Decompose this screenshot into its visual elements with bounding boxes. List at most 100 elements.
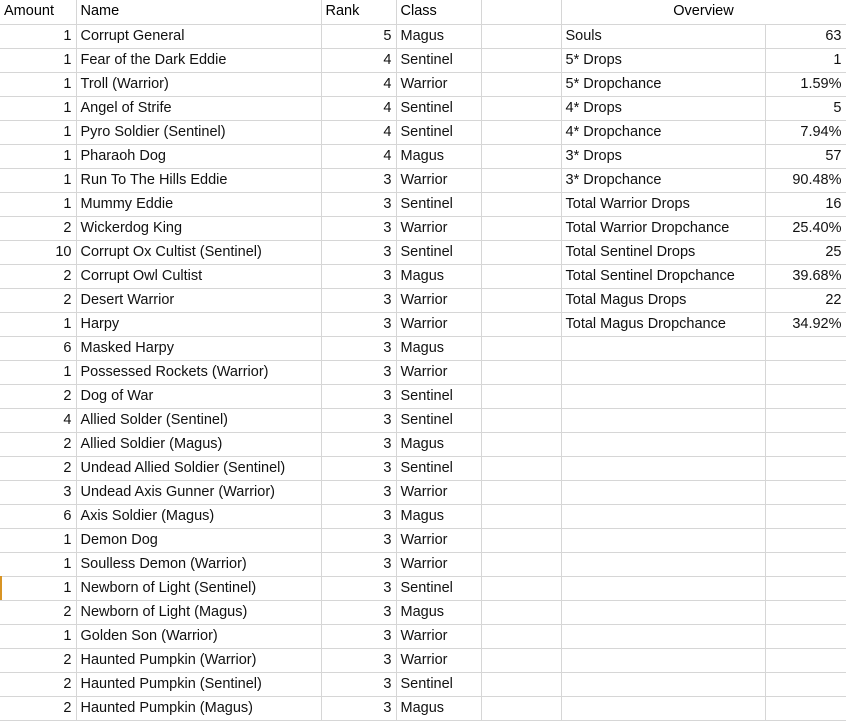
cell-name[interactable]: Corrupt Owl Cultist xyxy=(76,264,322,289)
cell-amount[interactable]: 2 xyxy=(0,288,77,313)
cell-amount[interactable]: 2 xyxy=(0,384,77,409)
cell-rank[interactable]: 3 xyxy=(321,480,397,505)
cell-amount[interactable]: 2 xyxy=(0,648,77,673)
cell-class[interactable]: Warrior xyxy=(396,648,482,673)
cell-name[interactable]: Fear of the Dark Eddie xyxy=(76,48,322,73)
cell-class[interactable]: Magus xyxy=(396,336,482,361)
cell-name[interactable]: Wickerdog King xyxy=(76,216,322,241)
overview-label[interactable]: Total Magus Dropchance xyxy=(561,312,766,337)
cell-amount[interactable]: 1 xyxy=(0,24,77,49)
cell-amount[interactable]: 1 xyxy=(0,312,77,337)
cell-name[interactable]: Run To The Hills Eddie xyxy=(76,168,322,193)
cell-class[interactable]: Sentinel xyxy=(396,120,482,145)
cell-rank[interactable]: 3 xyxy=(321,624,397,649)
cell-rank[interactable]: 3 xyxy=(321,240,397,265)
cell-rank[interactable]: 4 xyxy=(321,96,397,121)
cell-rank[interactable]: 3 xyxy=(321,168,397,193)
table-row[interactable]: 2 Desert Warrior 3 Warrior Total Magus Drops… xyxy=(0,288,846,313)
cell-amount[interactable]: 6 xyxy=(0,504,77,529)
table-row[interactable]: 2 Wickerdog King 3 Warrior Total Warrior Dro… xyxy=(0,216,846,241)
cell-amount[interactable]: 2 xyxy=(0,456,77,481)
cell-class[interactable]: Warrior xyxy=(396,480,482,505)
cell-amount[interactable]: 1 xyxy=(0,552,77,577)
table-row[interactable]: 1 Pharaoh Dog 4 Magus 3* Drops 57 xyxy=(0,144,846,169)
overview-value[interactable]: 1 xyxy=(765,48,846,73)
cell-name[interactable]: Allied Soldier (Magus) xyxy=(76,432,322,457)
cell-rank[interactable]: 3 xyxy=(321,696,397,721)
cell-amount[interactable]: 2 xyxy=(0,216,77,241)
table-row[interactable]: 10 Corrupt Ox Cultist (Sentinel) 3 Sentinel… xyxy=(0,240,846,265)
table-row[interactable]: 1 Soulless Demon (Warrior) 3 Warrior xyxy=(0,552,846,577)
overview-value[interactable]: 5 xyxy=(765,96,846,121)
cell-name[interactable]: Haunted Pumpkin (Sentinel) xyxy=(76,672,322,697)
cell-rank[interactable]: 3 xyxy=(321,312,397,337)
overview-value[interactable]: 1.59% xyxy=(765,72,846,97)
cell-amount[interactable]: 6 xyxy=(0,336,77,361)
cell-rank[interactable]: 3 xyxy=(321,672,397,697)
overview-value[interactable]: 39.68% xyxy=(765,264,846,289)
cell-amount[interactable]: 3 xyxy=(0,480,77,505)
cell-amount[interactable]: 2 xyxy=(0,432,77,457)
cell-rank[interactable]: 3 xyxy=(321,336,397,361)
table-row[interactable]: 2 Haunted Pumpkin (Magus) 3 Magus xyxy=(0,696,846,721)
cell-class[interactable]: Magus xyxy=(396,264,482,289)
cell-class[interactable]: Sentinel xyxy=(396,456,482,481)
table-row[interactable]: 2 Haunted Pumpkin (Warrior) 3 Warrior xyxy=(0,648,846,673)
drop-table-body[interactable]: Amount Name Rank Class Overview 1 Corrupt Gene… xyxy=(0,0,846,721)
cell-rank[interactable]: 3 xyxy=(321,432,397,457)
overview-value[interactable]: 7.94% xyxy=(765,120,846,145)
column-header-amount[interactable]: Amount xyxy=(0,0,77,25)
cell-class[interactable]: Sentinel xyxy=(396,672,482,697)
cell-rank[interactable]: 3 xyxy=(321,408,397,433)
table-row[interactable]: 1 Demon Dog 3 Warrior xyxy=(0,528,846,553)
cell-name[interactable]: Pyro Soldier (Sentinel) xyxy=(76,120,322,145)
cell-rank[interactable]: 3 xyxy=(321,192,397,217)
overview-value[interactable]: 90.48% xyxy=(765,168,846,193)
cell-rank[interactable]: 3 xyxy=(321,384,397,409)
overview-label[interactable]: Total Sentinel Drops xyxy=(561,240,766,265)
cell-amount[interactable]: 1 xyxy=(0,192,77,217)
cell-amount[interactable]: 1 xyxy=(0,528,77,553)
table-row[interactable]: 1 Run To The Hills Eddie 3 Warrior 3* Dropch… xyxy=(0,168,846,193)
cell-name[interactable]: Possessed Rockets (Warrior) xyxy=(76,360,322,385)
cell-class[interactable]: Warrior xyxy=(396,360,482,385)
cell-rank[interactable]: 3 xyxy=(321,576,397,601)
cell-name[interactable]: Haunted Pumpkin (Warrior) xyxy=(76,648,322,673)
cell-name[interactable]: Allied Solder (Sentinel) xyxy=(76,408,322,433)
cell-name[interactable]: Undead Allied Soldier (Sentinel) xyxy=(76,456,322,481)
cell-amount[interactable]: 1 xyxy=(0,360,77,385)
overview-value[interactable]: 22 xyxy=(765,288,846,313)
overview-value[interactable]: 63 xyxy=(765,24,846,49)
drop-table[interactable]: Amount Name Rank Class Overview 1 Corrupt Gene… xyxy=(0,0,846,721)
cell-name[interactable]: Corrupt General xyxy=(76,24,322,49)
cell-name[interactable]: Axis Soldier (Magus) xyxy=(76,504,322,529)
cell-amount[interactable]: 1 xyxy=(0,168,77,193)
table-row[interactable]: 1 Possessed Rockets (Warrior) 3 Warrior xyxy=(0,360,846,385)
cell-rank[interactable]: 4 xyxy=(321,144,397,169)
column-header-name[interactable]: Name xyxy=(76,0,322,25)
cell-class[interactable]: Sentinel xyxy=(396,192,482,217)
overview-label[interactable]: 5* Dropchance xyxy=(561,72,766,97)
cell-amount[interactable]: 4 xyxy=(0,408,77,433)
table-row[interactable]: 6 Masked Harpy 3 Magus xyxy=(0,336,846,361)
cell-amount[interactable]: 1 xyxy=(0,144,77,169)
cell-name[interactable]: Corrupt Ox Cultist (Sentinel) xyxy=(76,240,322,265)
cell-amount[interactable]: 1 xyxy=(0,48,77,73)
table-row[interactable]: 2 Haunted Pumpkin (Sentinel) 3 Sentinel xyxy=(0,672,846,697)
cell-name[interactable]: Angel of Strife xyxy=(76,96,322,121)
cell-class[interactable]: Warrior xyxy=(396,312,482,337)
cell-class[interactable]: Magus xyxy=(396,144,482,169)
overview-label[interactable]: 4* Drops xyxy=(561,96,766,121)
cell-rank[interactable]: 5 xyxy=(321,24,397,49)
spreadsheet-sheet[interactable]: Amount Name Rank Class Overview 1 Corrupt Gene… xyxy=(0,0,846,721)
column-header-rank[interactable]: Rank xyxy=(321,0,397,25)
table-row[interactable]: 1 Mummy Eddie 3 Sentinel Total Warrior Drops… xyxy=(0,192,846,217)
overview-label[interactable]: Total Warrior Drops xyxy=(561,192,766,217)
cell-name[interactable]: Harpy xyxy=(76,312,322,337)
overview-value[interactable]: 34.92% xyxy=(765,312,846,337)
cell-class[interactable]: Warrior xyxy=(396,288,482,313)
table-row[interactable]: 1 Fear of the Dark Eddie 4 Sentinel 5* Drops… xyxy=(0,48,846,73)
overview-label[interactable]: 3* Dropchance xyxy=(561,168,766,193)
cell-rank[interactable]: 4 xyxy=(321,120,397,145)
table-row[interactable]: 2 Newborn of Light (Magus) 3 Magus xyxy=(0,600,846,625)
